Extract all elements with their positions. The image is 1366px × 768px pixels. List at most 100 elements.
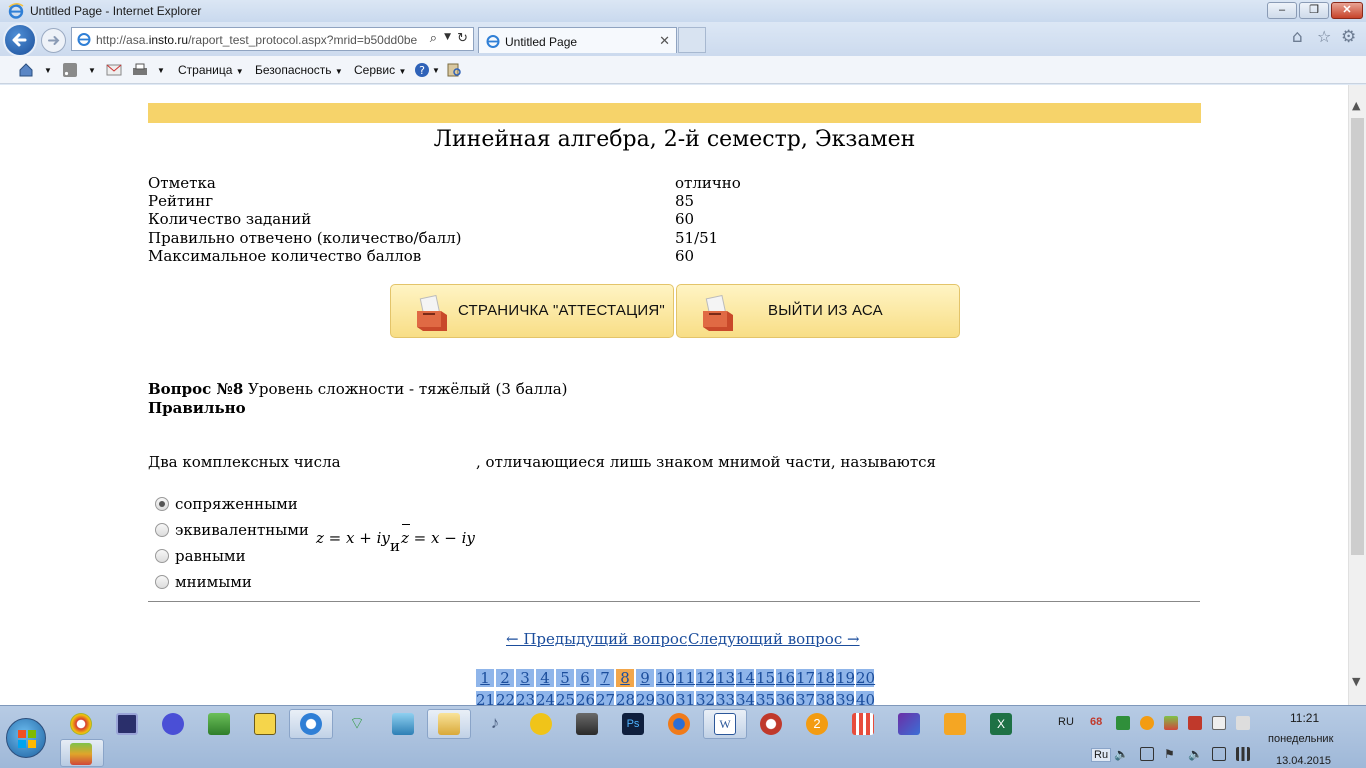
address-bar[interactable]: http://asa.insto.ru/raport_test_protocol… xyxy=(71,27,474,51)
camera-app-icon[interactable] xyxy=(576,713,598,735)
question-link-36[interactable]: 36 xyxy=(776,691,795,705)
grid-app-icon[interactable] xyxy=(852,713,874,735)
research-icon[interactable] xyxy=(446,62,462,78)
bluestacks-tray-icon[interactable] xyxy=(1164,716,1178,730)
badge-app-icon[interactable]: 2 xyxy=(806,713,828,735)
home-page-icon[interactable] xyxy=(18,62,34,78)
home-icon[interactable]: ⌂ xyxy=(1292,27,1303,47)
question-link-20[interactable]: 20 xyxy=(856,669,875,687)
previous-question-link[interactable]: ← Предыдущий вопрос xyxy=(506,630,687,648)
print-dropdown-icon[interactable]: ▼ xyxy=(157,66,165,75)
question-link-1[interactable]: 1 xyxy=(476,669,494,687)
question-link-34[interactable]: 34 xyxy=(736,691,755,705)
question-link-29[interactable]: 29 xyxy=(636,691,655,705)
question-link-33[interactable]: 33 xyxy=(716,691,735,705)
language-indicator[interactable]: RU xyxy=(1058,716,1074,728)
radio-button[interactable] xyxy=(155,575,169,589)
monitor-tray-icon[interactable] xyxy=(1140,747,1154,761)
calendar-app-icon[interactable] xyxy=(760,713,782,735)
clock-time[interactable]: 11:21 xyxy=(1290,711,1319,725)
scroll-down-icon[interactable]: ▼ xyxy=(1352,675,1360,688)
question-link-15[interactable]: 15 xyxy=(756,669,775,687)
question-link-16[interactable]: 16 xyxy=(776,669,795,687)
photoshop-icon[interactable]: Ps xyxy=(622,713,644,735)
question-link-9[interactable]: 9 xyxy=(636,669,654,687)
question-link-13[interactable]: 13 xyxy=(716,669,735,687)
question-link-40[interactable]: 40 xyxy=(856,691,875,705)
help-dropdown-icon[interactable]: ▼ xyxy=(432,66,440,75)
maximize-button[interactable]: ❐ xyxy=(1299,2,1329,19)
settings-gear-icon[interactable]: ⚙ xyxy=(1341,27,1356,47)
question-link-3[interactable]: 3 xyxy=(516,669,534,687)
vertical-scrollbar[interactable]: ▲ ▼ xyxy=(1348,85,1366,705)
question-link-32[interactable]: 32 xyxy=(696,691,715,705)
radio-button[interactable] xyxy=(155,549,169,563)
device-tray-icon[interactable] xyxy=(1212,716,1226,730)
warning-app-icon[interactable] xyxy=(530,713,552,735)
question-link-14[interactable]: 14 xyxy=(736,669,755,687)
word-icon[interactable]: W xyxy=(714,713,736,735)
tools-tray-icon[interactable] xyxy=(1188,716,1202,730)
pen-tray-icon[interactable] xyxy=(1236,716,1250,730)
question-link-31[interactable]: 31 xyxy=(676,691,695,705)
question-link-38[interactable]: 38 xyxy=(816,691,835,705)
new-tab-button[interactable] xyxy=(678,27,706,53)
question-link-4[interactable]: 4 xyxy=(536,669,554,687)
question-link-39[interactable]: 39 xyxy=(836,691,855,705)
feeds-dropdown-icon[interactable]: ▼ xyxy=(88,66,96,75)
question-link-37[interactable]: 37 xyxy=(796,691,815,705)
attestation-page-button[interactable]: СТРАНИЧКА "АТТЕСТАЦИЯ" xyxy=(390,284,674,338)
speaker-tray-icon[interactable]: 🔉 xyxy=(1188,747,1203,761)
question-link-10[interactable]: 10 xyxy=(656,669,675,687)
window-app-icon[interactable] xyxy=(392,713,414,735)
back-button[interactable] xyxy=(3,23,37,57)
question-link-11[interactable]: 11 xyxy=(676,669,695,687)
minimize-button[interactable]: ‒ xyxy=(1267,2,1297,19)
video-player-icon[interactable] xyxy=(944,713,966,735)
print-icon[interactable] xyxy=(132,62,148,78)
question-link-7[interactable]: 7 xyxy=(596,669,614,687)
language-indicator-small[interactable]: Ru xyxy=(1091,748,1112,762)
clock-date[interactable]: 13.04.2015 xyxy=(1276,755,1331,767)
help-icon[interactable]: ? xyxy=(414,62,430,78)
question-link-2[interactable]: 2 xyxy=(496,669,514,687)
file-explorer-icon[interactable] xyxy=(438,713,460,735)
refresh-icon[interactable]: ↻ xyxy=(457,31,468,46)
signal-bars-icon[interactable] xyxy=(1236,747,1250,761)
page-menu[interactable]: Страница ▼ xyxy=(178,63,244,77)
question-link-12[interactable]: 12 xyxy=(696,669,715,687)
question-link-26[interactable]: 26 xyxy=(576,691,595,705)
internet-explorer-taskbar-icon[interactable] xyxy=(300,713,322,735)
question-link-17[interactable]: 17 xyxy=(796,669,815,687)
favorites-star-icon[interactable]: ☆ xyxy=(1317,27,1331,46)
tab-close-icon[interactable]: ✕ xyxy=(659,33,670,49)
visual-studio-icon[interactable] xyxy=(898,713,920,735)
clock-weekday[interactable]: понедельник xyxy=(1268,733,1333,745)
question-link-30[interactable]: 30 xyxy=(656,691,675,705)
speaker-app-icon[interactable]: ♪ xyxy=(484,713,506,735)
media-player-icon[interactable] xyxy=(116,713,138,735)
firefox-icon[interactable] xyxy=(668,713,690,735)
forward-button[interactable] xyxy=(41,28,66,53)
radio-button[interactable] xyxy=(155,523,169,537)
question-link-28[interactable]: 28 xyxy=(616,691,635,705)
feeds-icon[interactable] xyxy=(62,62,78,78)
tray-badge-count[interactable]: 68 xyxy=(1090,716,1102,728)
wifi-app-icon[interactable]: ⌔ xyxy=(346,713,368,735)
gpu-tray-icon[interactable] xyxy=(1116,716,1130,730)
volume-icon[interactable]: 🔈 xyxy=(1114,747,1129,761)
next-question-link[interactable]: Следующий вопрос → xyxy=(688,630,860,648)
question-link-25[interactable]: 25 xyxy=(556,691,575,705)
question-link-27[interactable]: 27 xyxy=(596,691,615,705)
question-link-24[interactable]: 24 xyxy=(536,691,555,705)
search-icon[interactable]: ⌕ xyxy=(430,31,437,46)
question-link-19[interactable]: 19 xyxy=(836,669,855,687)
scrollbar-thumb[interactable] xyxy=(1351,118,1364,555)
question-link-8[interactable]: 8 xyxy=(616,669,634,687)
excel-icon[interactable]: X xyxy=(990,713,1012,735)
chrome-icon[interactable] xyxy=(70,713,92,735)
dropdown-arrow-icon[interactable]: ▼ xyxy=(444,32,451,42)
home-dropdown-icon[interactable]: ▼ xyxy=(44,66,52,75)
tools-menu[interactable]: Сервис ▼ xyxy=(354,63,406,77)
tray-app-icon[interactable] xyxy=(1140,716,1154,730)
